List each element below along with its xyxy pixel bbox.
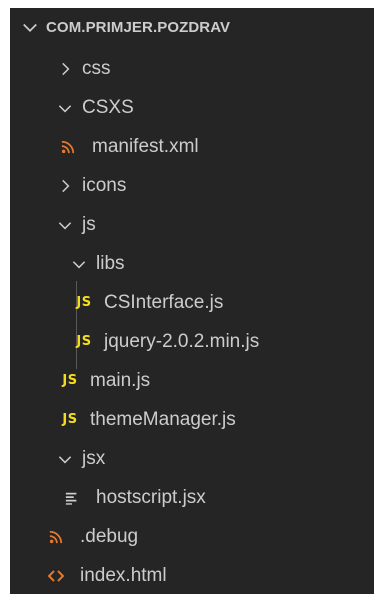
tree-item-label: manifest.xml [92, 135, 199, 157]
rss-icon [58, 137, 78, 157]
tree-item-js-folder[interactable]: js [10, 205, 374, 244]
tree-item-label: main.js [90, 369, 151, 391]
tree-item-label: js [82, 213, 96, 235]
tree-item-label: jsx [82, 447, 106, 469]
chevron-right-icon [56, 60, 74, 78]
explorer-section-header[interactable]: COM.PRIMJER.POZDRAV [10, 8, 374, 46]
tree-item-csxs-folder[interactable]: CSXS [10, 88, 374, 127]
tree-item-debug[interactable]: .debug [10, 517, 374, 556]
chevron-down-icon [70, 255, 88, 273]
tree-item-css-folder[interactable]: css [10, 49, 374, 88]
tree-item-label: CSInterface.js [104, 291, 224, 313]
tree-item-index-html[interactable]: index.html [10, 556, 374, 594]
js-icon: JS [62, 373, 78, 388]
tree-item-label: libs [96, 252, 125, 274]
code-brackets-icon [46, 566, 66, 586]
lines-icon [62, 488, 82, 508]
tree-item-csinterface-js[interactable]: JS CSInterface.js [10, 283, 374, 322]
tree-item-main-js[interactable]: JS main.js [10, 361, 374, 400]
tree-item-label: hostscript.jsx [96, 486, 206, 508]
tree-item-label: CSXS [82, 96, 134, 118]
chevron-right-icon [56, 177, 74, 195]
tree-item-icons-folder[interactable]: icons [10, 166, 374, 205]
tree-item-libs-folder[interactable]: libs [10, 244, 374, 283]
tree-item-hostscript-jsx[interactable]: hostscript.jsx [10, 478, 374, 517]
tree-item-label: .debug [80, 525, 139, 547]
chevron-down-icon [56, 99, 74, 117]
tree-item-label: css [82, 57, 111, 79]
tree-item-label: jquery-2.0.2.min.js [104, 330, 260, 352]
js-icon: JS [76, 295, 92, 310]
screenshot-frame: COM.PRIMJER.POZDRAV css CSXS manifest.xm… [0, 0, 380, 602]
tree-item-label: icons [82, 174, 127, 196]
tree-item-manifest-xml[interactable]: manifest.xml [10, 127, 374, 166]
tree-item-label: index.html [80, 564, 167, 586]
chevron-down-icon [20, 17, 40, 37]
chevron-down-icon [56, 450, 74, 468]
js-icon: JS [76, 334, 92, 349]
explorer-title: COM.PRIMJER.POZDRAV [46, 18, 231, 36]
js-icon: JS [62, 412, 78, 427]
tree-item-label: themeManager.js [90, 408, 236, 430]
file-explorer-panel: COM.PRIMJER.POZDRAV css CSXS manifest.xm… [10, 8, 374, 594]
chevron-down-icon [56, 216, 74, 234]
tree-item-thememanager-js[interactable]: JS themeManager.js [10, 400, 374, 439]
rss-icon [46, 527, 66, 547]
tree-item-jsx-folder[interactable]: jsx [10, 439, 374, 478]
tree-item-jquery-js[interactable]: JS jquery-2.0.2.min.js [10, 322, 374, 361]
